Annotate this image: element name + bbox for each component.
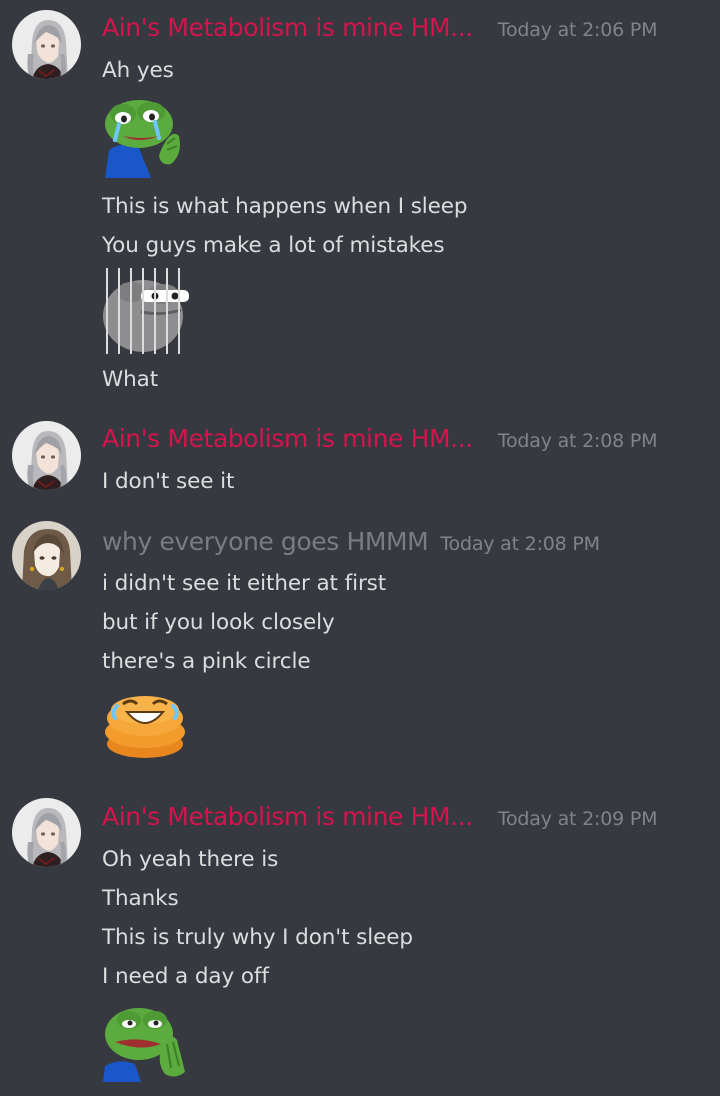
username[interactable]: Ain's Metabolism is mine HM... bbox=[102, 802, 473, 831]
message-text: I need a day off bbox=[102, 964, 269, 989]
user-avatar[interactable] bbox=[12, 521, 81, 590]
pancake-laughing-emote[interactable] bbox=[101, 686, 189, 768]
pepe-pray-emote[interactable] bbox=[101, 1000, 189, 1086]
user-avatar[interactable] bbox=[12, 10, 81, 79]
pepe-crying-emote[interactable] bbox=[101, 94, 185, 182]
message-text: Thanks bbox=[102, 886, 179, 911]
timestamp: Today at 2:08 PM bbox=[440, 533, 600, 555]
message-text: but if you look closely bbox=[102, 610, 335, 635]
user-avatar[interactable] bbox=[12, 421, 81, 490]
message-text: This is what happens when I sleep bbox=[102, 194, 468, 219]
message-text: Ah yes bbox=[102, 58, 174, 83]
timestamp: Today at 2:09 PM bbox=[497, 808, 658, 830]
message-text: there's a pink circle bbox=[102, 649, 311, 674]
message-text: What bbox=[102, 367, 159, 392]
message-text: I don't see it bbox=[102, 469, 235, 494]
timestamp: Today at 2:06 PM bbox=[497, 19, 658, 41]
message-header: why everyone goes HMMM Today at 2:08 PM bbox=[102, 527, 600, 563]
message-text: You guys make a lot of mistakes bbox=[102, 233, 445, 258]
username[interactable]: Ain's Metabolism is mine HM... bbox=[102, 424, 473, 453]
pepe-behind-bars-emote[interactable] bbox=[101, 268, 189, 358]
username[interactable]: Ain's Metabolism is mine HM... bbox=[102, 13, 473, 42]
message-text: i didn't see it either at first bbox=[102, 571, 387, 596]
user-avatar[interactable] bbox=[12, 798, 81, 867]
message-text: Oh yeah there is bbox=[102, 847, 279, 872]
message-header: Ain's Metabolism is mine HM... Today at … bbox=[102, 802, 657, 838]
timestamp: Today at 2:08 PM bbox=[497, 430, 658, 452]
message-header: Ain's Metabolism is mine HM... Today at … bbox=[102, 424, 657, 460]
username[interactable]: why everyone goes HMMM bbox=[102, 527, 429, 556]
message-text: This is truly why I don't sleep bbox=[102, 925, 413, 950]
message-header: Ain's Metabolism is mine HM... Today at … bbox=[102, 13, 657, 49]
